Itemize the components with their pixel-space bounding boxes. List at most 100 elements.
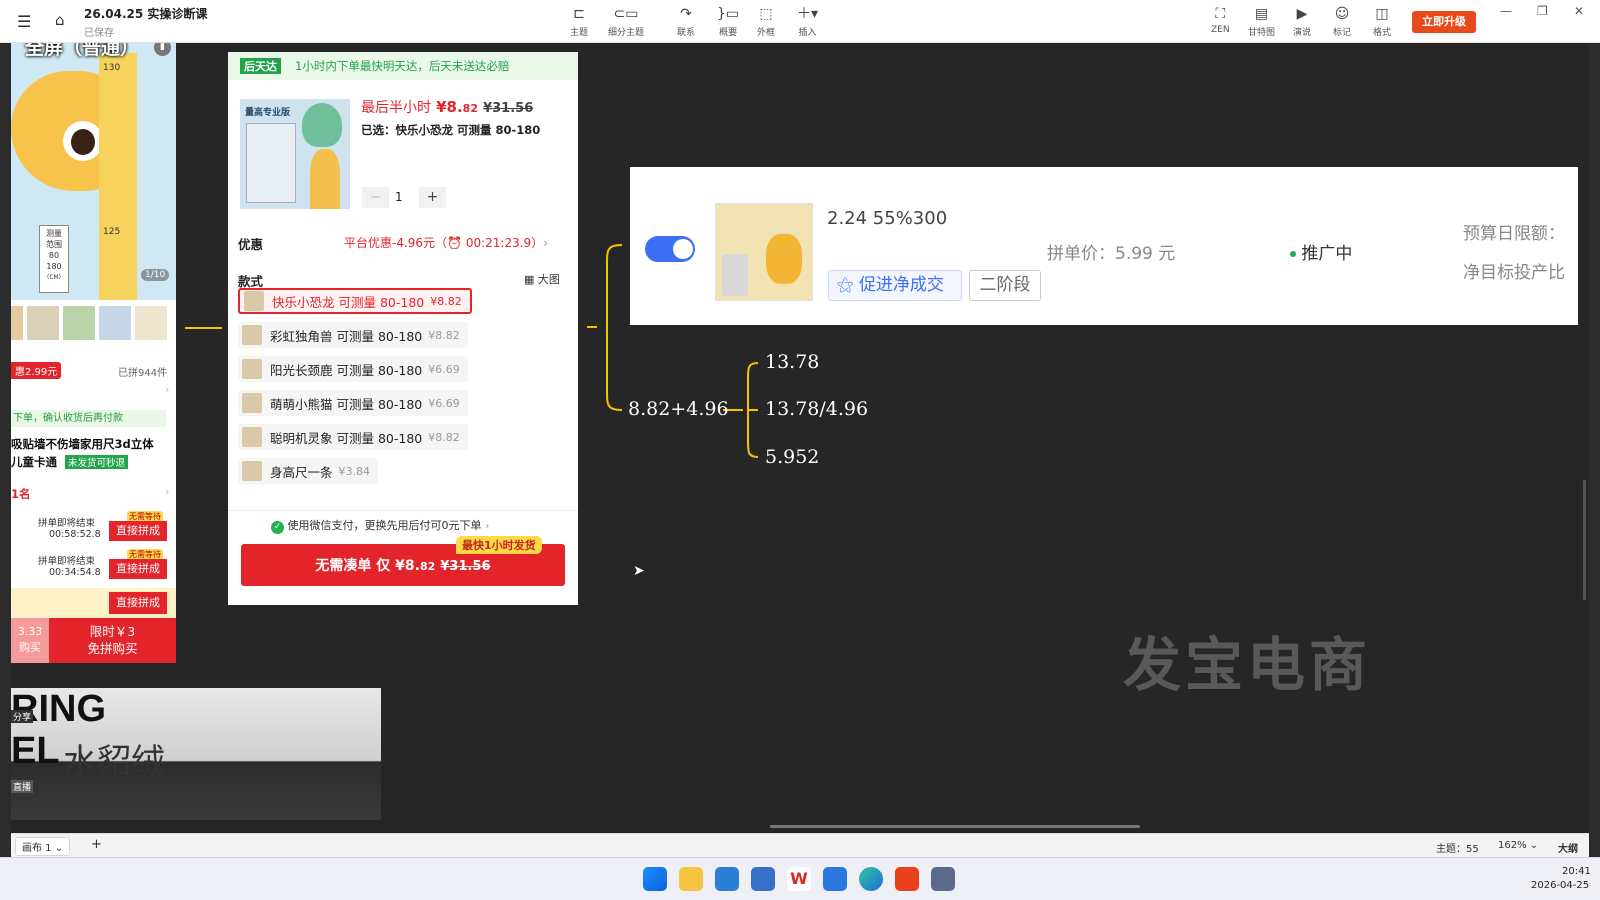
variant-price: ¥6.69 [428,362,460,376]
promote-button[interactable]: ⚝ 促进净成交 [828,270,962,301]
join-group-button[interactable]: 直接拼成 [109,521,167,541]
selected-variant-text: 已选：快乐小恐龙 可测量 80-180 [361,123,541,137]
variant-thumbnail [242,325,262,345]
qty-plus-button[interactable]: + [419,187,446,208]
subtopic-button[interactable]: ⊂▭ 细分主题 [608,6,644,40]
left-product-card: 130 125 测量 范围 80 180 （CM） 1/10 全屏（普通） ▮ … [11,43,176,663]
menu-icon[interactable]: ☰ [17,12,31,31]
variant-name: 萌萌小熊猫 可测量 80-180 [270,396,423,412]
restore-icon[interactable]: ❐ [1537,4,1548,18]
outline-button[interactable]: 大纲 [1558,840,1578,855]
topic-button[interactable]: ⊏ 主题 [570,6,588,40]
fullscreen-tag: 全屏（普通） [25,43,140,59]
clock-date[interactable]: 2026-04-25 [1531,880,1589,891]
windows-start-icon[interactable] [643,867,667,891]
qty-value[interactable]: 1 [395,190,403,204]
status-dot [1290,251,1296,257]
image-pager: 1/10 [141,269,170,281]
mindmap-topic-result[interactable]: 5.952 [765,446,819,468]
format-button[interactable]: ◫ 格式 [1373,6,1391,40]
join-bar: 直接拼成 [11,588,176,618]
boundary-button[interactable]: ⬚ 外框 [757,6,775,40]
watermark-text: 发宝电商 [1123,631,1372,699]
budget-label: 预算日限额： [1463,224,1565,244]
calculator-icon[interactable] [931,867,955,891]
variant-name: 快乐小恐龙 可测量 80-180 [272,294,425,310]
zen-button[interactable]: ⛶ ZEN [1211,6,1230,40]
ruler-mark-130: 130 [103,63,121,73]
discount-row[interactable]: 平台优惠-4.96元（⏰ 00:21:23.9）› [344,234,548,251]
mindmap-topic-ratio[interactable]: 13.78/4.96 [765,398,868,420]
thumbnail[interactable] [27,306,59,340]
grid-icon: ▦ [524,273,535,286]
join-group-button[interactable]: 直接拼成 [109,559,167,579]
product-main-image[interactable]: 量高专业版 [240,99,350,209]
variant-thumbnail [244,291,264,311]
variant-option[interactable]: 身高尺一条 ¥3.84 [238,458,379,484]
relationship-button[interactable]: ↷ 联系 [677,6,695,40]
variant-option[interactable]: 聪明机灵象 可测量 80-180 ¥8.82 [238,424,468,450]
chat-app-icon[interactable] [823,867,847,891]
thumbnail[interactable] [63,306,95,340]
mouse-cursor-icon: ➤ [633,563,645,579]
buy-single-button[interactable]: 3.33 购买 [11,618,49,663]
mindmap-topic-sum[interactable]: 13.78 [765,351,819,373]
xmind-app-icon[interactable] [895,867,919,891]
boundary-icon: ⬚ [759,6,773,22]
limited-buy-button[interactable]: 限时￥3 免拼购买 [49,618,176,663]
minimize-icon[interactable]: — [1500,4,1512,18]
variant-price: ¥8.82 [428,328,460,342]
mindmap-root-topic[interactable]: 8.82+4.96 [628,398,729,420]
chevron-right-icon[interactable]: › [165,383,169,396]
format-icon: ◫ [1375,6,1389,22]
gantt-button[interactable]: ▤ 甘特图 [1248,6,1275,40]
thumbnail[interactable] [99,306,131,340]
thumbnail[interactable] [135,306,167,340]
product-image-mink[interactable]: RING EL 水貂绒 分享 直播 [11,688,381,820]
img-brand-title: 量高专业版 [245,108,291,118]
variant-option[interactable]: 快乐小恐龙 可测量 80-180 ¥8.82 [238,288,472,314]
ad-stats: 2.24 55%300 [827,208,948,229]
variant-option[interactable]: 彩虹独角兽 可测量 80-180 ¥8.82 [238,322,468,348]
variant-thumbnail [242,393,262,413]
upgrade-button[interactable]: 立即升级 [1412,11,1476,33]
home-icon[interactable]: ⌂ [55,11,65,29]
variant-thumbnail [242,461,262,481]
present-button[interactable]: ▶ 演说 [1293,6,1311,40]
close-icon[interactable]: ✕ [1574,4,1584,18]
thumbnail[interactable] [11,306,23,340]
store-app-icon[interactable] [751,867,775,891]
img-child [310,149,340,209]
edge-browser-icon[interactable] [859,867,883,891]
zoom-level[interactable]: 162% ⌄ [1498,840,1538,851]
canvas-tab[interactable]: 画布 1 ⌄ [15,837,71,856]
variant-option[interactable]: 萌萌小熊猫 可测量 80-180 ¥6.69 [238,390,468,416]
clock-time[interactable]: 20:41 [1562,866,1591,877]
qty-minus-button[interactable]: − [362,187,389,208]
hero-image[interactable]: 130 125 测量 范围 80 180 （CM） 1/10 [11,43,176,300]
summary-icon: }▭ [717,6,740,22]
chevron-right-icon[interactable]: › [165,485,169,498]
mail-app-icon[interactable] [715,867,739,891]
marker-button[interactable]: ☺ 标记 [1333,6,1351,40]
stage-button[interactable]: 二阶段 [969,270,1041,301]
horizontal-scrollbar[interactable] [770,825,1140,828]
insert-button[interactable]: ＋▾ 插入 [797,6,818,40]
file-explorer-icon[interactable] [679,867,703,891]
summary-button[interactable]: }▭ 概要 [717,6,739,40]
pay-method-row[interactable]: ✓ 使用微信支付，更换先用后付可0元下单 › [271,517,489,534]
insert-icon: ＋▾ [797,6,819,22]
add-canvas-button[interactable]: + [91,837,102,852]
ruler-mark-125: 125 [103,227,121,237]
magic-wand-icon: ⚝ [837,275,854,295]
alarm-clock-icon: ⏰ [447,236,463,250]
variant-option[interactable]: 阳光长颈鹿 可测量 80-180 ¥6.69 [238,356,468,382]
big-image-toggle[interactable]: ▦ 大图 [524,271,560,287]
document-title[interactable]: 26.04.25 实操诊断课 [84,5,207,22]
wechat-pay-icon: ✓ [271,521,284,534]
vertical-scrollbar[interactable] [1583,480,1586,600]
join-group-button[interactable]: 直接拼成 [109,592,167,614]
wps-office-icon[interactable]: W [787,867,811,891]
group-row: 拼单即将结束 00:58:52.8 无需等待 直接拼成 [11,511,176,549]
thumbnail-strip[interactable] [11,306,176,340]
